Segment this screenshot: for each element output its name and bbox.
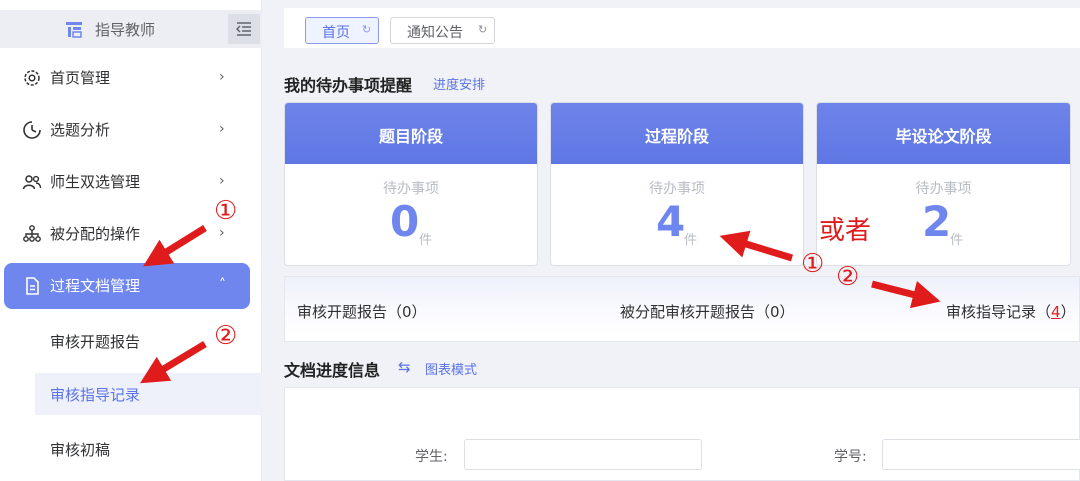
card-count[interactable]: 4	[656, 197, 685, 246]
filter-form: 学生: 学号:	[284, 387, 1080, 481]
gear-icon	[24, 70, 40, 86]
users-icon	[22, 175, 42, 190]
org-tree-icon	[23, 225, 41, 242]
student-input[interactable]	[464, 439, 702, 470]
annotation-mark: ②	[836, 262, 860, 292]
chevron-up-icon: ˄	[219, 277, 226, 293]
teacher-logo-icon	[66, 22, 82, 38]
summary-suffix: ）	[1060, 303, 1076, 321]
subitem-label: 审核开题报告	[50, 333, 141, 351]
card-unit: 件	[684, 233, 698, 248]
summary-review-guidance[interactable]: 审核指导记录（4）	[946, 301, 1076, 322]
card-unit: 件	[419, 233, 433, 248]
role-header: 指导教师	[0, 10, 262, 48]
card-title: 毕设论文阶段	[895, 127, 992, 146]
refresh-icon[interactable]: ↻	[362, 23, 371, 36]
card-subtitle: 待办事项	[649, 181, 705, 197]
summary-label: 审核指导记录（	[946, 303, 1052, 321]
sidebar-item-home-management[interactable]: 首页管理 ›	[0, 55, 262, 101]
sidebar-item-label: 被分配的操作	[50, 225, 141, 243]
schedule-link[interactable]: 进度安排	[433, 74, 485, 93]
sidebar-subitem-review-guidance[interactable]: 审核指导记录	[35, 373, 262, 415]
summary-assigned-review-proposal[interactable]: 被分配审核开题报告（0）	[620, 301, 795, 322]
card-header: 过程阶段	[551, 103, 803, 164]
todo-title: 我的待办事项提醒	[284, 76, 413, 95]
card-title: 题目阶段	[378, 127, 443, 146]
sidebar-item-topic-analysis[interactable]: 选题分析 ›	[0, 107, 262, 153]
docs-title: 文档进度信息	[284, 361, 381, 380]
card-header: 毕设论文阶段	[817, 103, 1070, 164]
role-name: 指导教师	[95, 21, 156, 39]
annotation-mark: ②	[214, 321, 238, 351]
annotation-or-text: 或者	[819, 216, 872, 246]
card-subtitle: 待办事项	[915, 181, 972, 197]
collapse-sidebar-button[interactable]	[228, 14, 260, 44]
card-subtitle: 待办事项	[383, 181, 439, 197]
chevron-right-icon: ›	[219, 225, 225, 241]
chevron-right-icon: ›	[219, 173, 225, 189]
pie-clock-icon	[23, 121, 41, 139]
card-count[interactable]: 0	[390, 197, 419, 246]
tab-home[interactable]: 首页 ↻	[305, 17, 379, 44]
sidebar-item-label: 首页管理	[50, 69, 111, 87]
tab-label: 首页	[322, 25, 350, 41]
annotation-mark: ①	[801, 249, 825, 279]
sidebar-item-label: 师生双选管理	[50, 173, 141, 191]
tab-label: 通知公告	[407, 25, 463, 41]
student-id-label: 学号:	[834, 449, 867, 465]
card-count[interactable]: 2	[922, 197, 951, 246]
chevron-right-icon: ›	[219, 69, 225, 85]
menu-fold-icon	[236, 22, 251, 36]
swap-icon[interactable]: ⇆	[398, 358, 411, 376]
summary-review-proposal[interactable]: 审核开题报告（0）	[297, 301, 427, 322]
stage-card-process[interactable]: 过程阶段 待办事项 4 件	[550, 102, 804, 266]
sidebar-subitem-review-draft[interactable]: 审核初稿	[35, 428, 262, 470]
card-title: 过程阶段	[644, 127, 709, 146]
stage-card-topic[interactable]: 题目阶段 待办事项 0 件	[284, 102, 538, 266]
subitem-label: 审核初稿	[50, 441, 111, 459]
card-unit: 件	[950, 233, 964, 248]
chart-mode-link[interactable]: 图表模式	[425, 359, 477, 378]
student-label: 学生:	[415, 449, 448, 465]
subitem-label: 审核指导记录	[50, 386, 141, 404]
summary-count-link[interactable]: 4	[1051, 303, 1061, 321]
sidebar-item-label: 过程文档管理	[50, 277, 141, 295]
todo-summary-row: 审核开题报告（0） 被分配审核开题报告（0） 审核指导记录（4）	[284, 276, 1080, 342]
tab-notices[interactable]: 通知公告 ↻	[390, 17, 495, 44]
card-header: 题目阶段	[285, 103, 537, 164]
chevron-right-icon: ›	[219, 121, 225, 137]
document-icon	[26, 277, 39, 295]
student-id-input[interactable]	[882, 439, 1080, 470]
sidebar-item-process-docs[interactable]: 过程文档管理 ˄	[4, 263, 250, 309]
annotation-mark: ①	[214, 196, 238, 226]
refresh-icon[interactable]: ↻	[478, 23, 487, 36]
sidebar-item-label: 选题分析	[50, 121, 111, 139]
tabs-bar: 首页 ↻ 通知公告 ↻	[284, 8, 1080, 48]
sidebar: 指导教师 首页管理 › 选题分析 › 师生双选管理 › 被分配的操作 › 过程文…	[0, 0, 262, 481]
